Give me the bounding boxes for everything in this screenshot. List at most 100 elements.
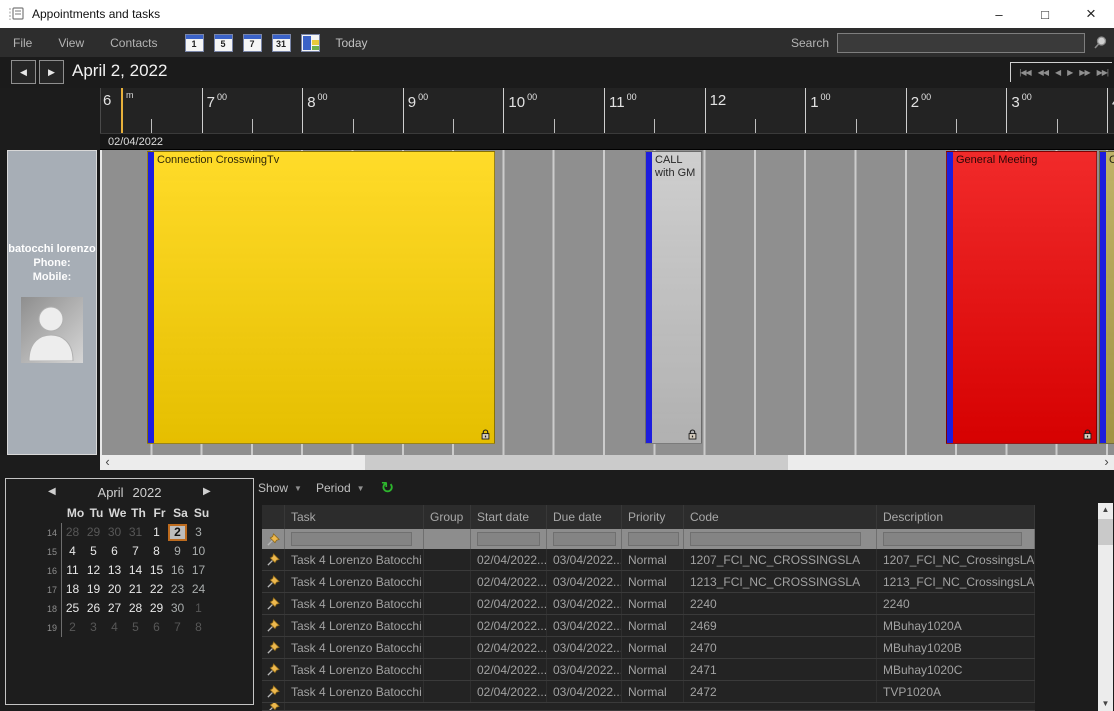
- task-cell-task[interactable]: Task 4 Lorenzo Batocchi: [285, 637, 424, 658]
- filter-pin-icon[interactable]: [262, 529, 285, 549]
- contact-card[interactable]: batocchi lorenzo Phone: Mobile:: [7, 150, 97, 455]
- vertical-scroll-thumb[interactable]: [1098, 519, 1113, 545]
- filter-group[interactable]: [424, 529, 471, 549]
- calendar-day[interactable]: 30: [104, 524, 125, 541]
- task-cell-description[interactable]: MBuhay1020C: [877, 659, 1035, 680]
- calendar-day[interactable]: 8: [188, 619, 209, 636]
- task-row-partial[interactable]: [262, 703, 1035, 711]
- workweek-view-icon[interactable]: 5: [214, 34, 233, 52]
- column-pin[interactable]: [262, 505, 285, 529]
- task-cell-start[interactable]: 02/04/2022...: [471, 571, 547, 592]
- task-pin-cell[interactable]: [262, 549, 285, 570]
- task-cell-code[interactable]: 2240: [684, 593, 877, 614]
- day-band[interactable]: 02/04/2022: [100, 133, 1114, 150]
- calendar-day[interactable]: 10: [188, 543, 209, 560]
- task-cell-task[interactable]: Task 4 Lorenzo Batocchi: [285, 593, 424, 614]
- calendar-next-month-icon[interactable]: ▶: [203, 486, 211, 497]
- task-row[interactable]: Task 4 Lorenzo Batocchi02/04/2022...03/0…: [262, 615, 1035, 637]
- calendar-day[interactable]: 9: [167, 543, 188, 560]
- task-cell-priority[interactable]: Normal: [622, 681, 684, 702]
- calendar-day[interactable]: 21: [125, 581, 146, 598]
- calendar-day-selected[interactable]: 2: [168, 524, 187, 541]
- task-cell-priority[interactable]: Normal: [622, 593, 684, 614]
- today-button[interactable]: Today: [336, 36, 368, 50]
- task-cell-description[interactable]: 1213_FCI_NC_CrossingsLA: [877, 571, 1035, 592]
- calendar-day[interactable]: 5: [125, 619, 146, 636]
- column-priority[interactable]: Priority: [622, 505, 684, 529]
- task-cell-due[interactable]: 03/04/2022...: [547, 549, 622, 570]
- appointment-block[interactable]: CALL with GM: [645, 151, 702, 444]
- task-row[interactable]: Task 4 Lorenzo Batocchi 02/04/2022...03/0…: [262, 549, 1035, 571]
- calendar-day[interactable]: 8: [146, 543, 167, 560]
- task-pin-cell[interactable]: [262, 681, 285, 702]
- period-dropdown-caret-icon[interactable]: ▼: [357, 484, 365, 493]
- task-cell-description[interactable]: 1207_FCI_NC_CrossingsLA: [877, 549, 1035, 570]
- appointment-block[interactable]: General Meeting: [946, 151, 1097, 444]
- task-cell-code[interactable]: 1207_FCI_NC_CROSSINGSLA: [684, 549, 877, 570]
- calendar-day[interactable]: 1: [146, 524, 167, 541]
- task-pin-cell[interactable]: [262, 615, 285, 636]
- horizontal-scroll-thumb[interactable]: [365, 455, 788, 470]
- column-task[interactable]: Task: [285, 505, 424, 529]
- appointment-block[interactable]: Connection CrosswingTv: [147, 151, 495, 444]
- task-cell-priority[interactable]: Normal: [622, 637, 684, 658]
- menu-file[interactable]: File: [0, 36, 45, 50]
- fast-prev-button[interactable]: ◀◀: [1038, 68, 1048, 77]
- task-cell-due[interactable]: 03/04/2022...: [547, 615, 622, 636]
- horizontal-scrollbar[interactable]: ‹ ›: [100, 455, 1114, 470]
- filter-task[interactable]: [285, 529, 424, 549]
- filter-description[interactable]: [877, 529, 1035, 549]
- calendar-day[interactable]: 2: [62, 619, 83, 636]
- calendar-day[interactable]: 3: [188, 524, 209, 541]
- task-cell-code[interactable]: 2469: [684, 615, 877, 636]
- next-day-button[interactable]: ▶: [39, 60, 64, 84]
- task-pin-cell[interactable]: [262, 593, 285, 614]
- task-cell-group[interactable]: [424, 615, 471, 636]
- task-cell-due[interactable]: 03/04/2022...: [547, 593, 622, 614]
- week-view-icon[interactable]: 7: [243, 34, 262, 52]
- task-pin-cell[interactable]: [262, 703, 285, 710]
- last-record-button[interactable]: ▶▶|: [1097, 68, 1108, 77]
- filter-start-date[interactable]: [471, 529, 547, 549]
- task-pin-cell[interactable]: [262, 571, 285, 592]
- column-code[interactable]: Code: [684, 505, 877, 529]
- fast-next-button[interactable]: ▶▶: [1079, 68, 1089, 77]
- column-start-date[interactable]: Start date: [471, 505, 547, 529]
- column-due-date[interactable]: Due date: [547, 505, 622, 529]
- task-cell-code[interactable]: 2471: [684, 659, 877, 680]
- task-cell-due[interactable]: 03/04/2022...: [547, 637, 622, 658]
- task-cell-start[interactable]: 02/04/2022...: [471, 637, 547, 658]
- calendar-day[interactable]: 22: [146, 581, 167, 598]
- task-cell-priority[interactable]: Normal: [622, 659, 684, 680]
- task-cell-group[interactable]: [424, 659, 471, 680]
- task-cell-code[interactable]: 2472: [684, 681, 877, 702]
- task-row[interactable]: Task 4 Lorenzo Batocchi02/04/2022...03/0…: [262, 659, 1035, 681]
- calendar-day[interactable]: 12: [83, 562, 104, 579]
- month-view-icon[interactable]: 31: [272, 34, 291, 52]
- task-cell-start[interactable]: 02/04/2022...: [471, 549, 547, 570]
- task-cell-task[interactable]: Task 4 Lorenzo Batocchi: [285, 549, 424, 570]
- show-dropdown-caret-icon[interactable]: ▼: [294, 484, 302, 493]
- maximize-button[interactable]: □: [1022, 0, 1068, 28]
- close-button[interactable]: ×: [1068, 0, 1114, 28]
- task-cell-task[interactable]: Task 4 Lorenzo Batocchi: [285, 571, 424, 592]
- task-cell-due[interactable]: 03/04/2022...: [547, 681, 622, 702]
- calendar-day[interactable]: 6: [104, 543, 125, 560]
- calendar-day[interactable]: 18: [62, 581, 83, 598]
- menu-view[interactable]: View: [45, 36, 97, 50]
- filter-due-date[interactable]: [547, 529, 622, 549]
- prev-day-button[interactable]: ◀: [11, 60, 36, 84]
- task-cell-group[interactable]: [424, 549, 471, 570]
- task-pin-cell[interactable]: [262, 637, 285, 658]
- search-input[interactable]: [837, 33, 1085, 53]
- task-row[interactable]: Task 4 Lorenzo Batocchi02/04/2022...03/0…: [262, 571, 1035, 593]
- calendar-day[interactable]: 25: [62, 600, 83, 617]
- calendar-day[interactable]: 19: [83, 581, 104, 598]
- day-view-icon[interactable]: 1: [185, 34, 204, 52]
- task-cell-description[interactable]: MBuhay1020B: [877, 637, 1035, 658]
- filter-code[interactable]: [684, 529, 877, 549]
- task-cell-group[interactable]: [424, 593, 471, 614]
- calendar-day[interactable]: 28: [125, 600, 146, 617]
- column-group[interactable]: Group: [424, 505, 471, 529]
- calendar-day[interactable]: 24: [188, 581, 209, 598]
